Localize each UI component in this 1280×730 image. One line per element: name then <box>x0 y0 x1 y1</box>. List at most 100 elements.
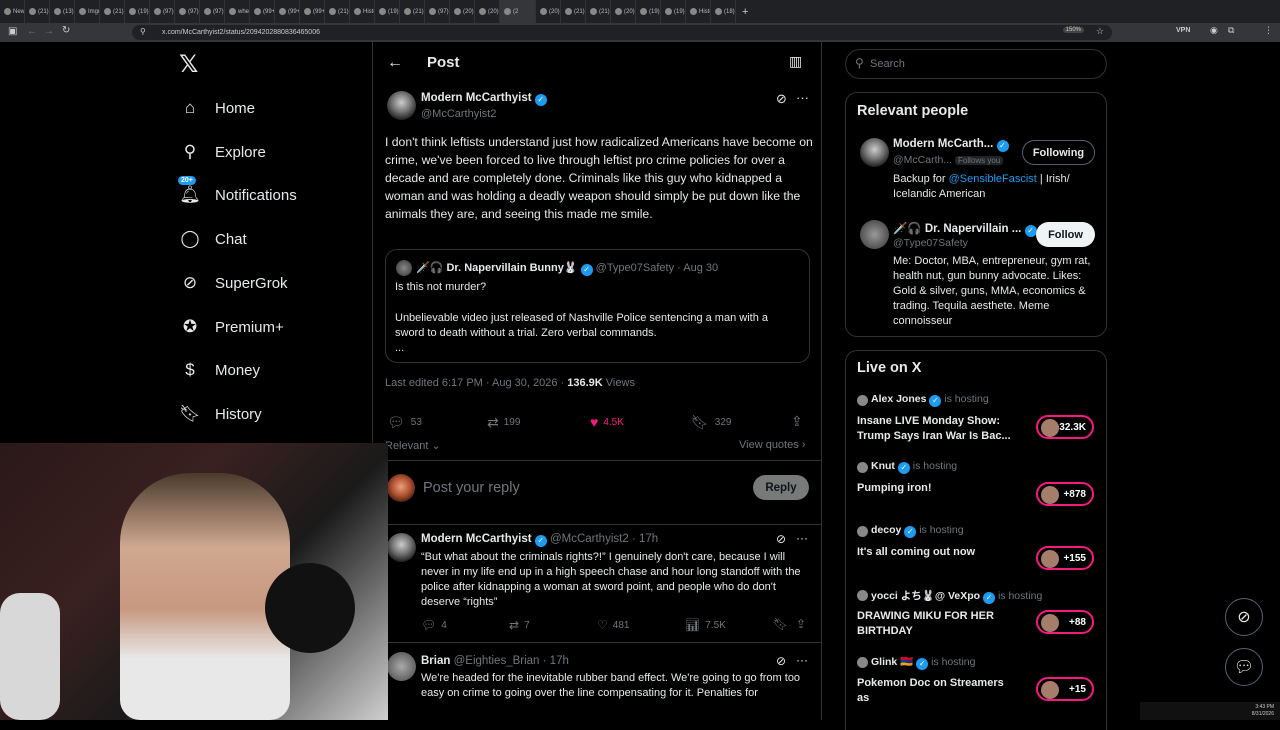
following-button[interactable]: Following <box>1022 140 1095 165</box>
view-quotes-link[interactable]: View quotes › <box>739 439 805 451</box>
browser-tab[interactable]: (19) H <box>125 0 150 23</box>
search-box[interactable]: ⚲ Search <box>845 49 1107 79</box>
sidebar-item-home[interactable]: ⌂ Home <box>176 93 255 123</box>
sidebar-item-chat[interactable]: ◯ Chat <box>176 224 246 254</box>
sidebar-item-history[interactable]: 🔖︎ History <box>176 399 261 429</box>
host-name[interactable]: yocci よち🐰@ VeXpo <box>871 590 980 602</box>
quoted-post[interactable]: 🗡️🎧 Dr. Napervillain Bunny🐰 ✓ @Type07Saf… <box>385 249 810 363</box>
host-name[interactable]: Glink 🇦🇲 <box>871 656 913 668</box>
edited-timestamp[interactable]: Last edited 6:17 PM · Aug 30, 2026 · <box>385 377 564 389</box>
forward-arrow-icon[interactable]: → <box>44 26 54 37</box>
browser-tab[interactable]: (19) H <box>636 0 661 23</box>
heart-icon[interactable]: ♡ <box>597 618 608 632</box>
browser-tab[interactable]: (21) L <box>100 0 125 23</box>
reload-icon[interactable]: ↻ <box>62 25 70 36</box>
browser-tab[interactable]: Histo <box>686 0 711 23</box>
live-listeners-pill[interactable]: +88 <box>1036 610 1094 634</box>
vpn-badge[interactable]: VPN <box>1176 27 1190 34</box>
live-host-row[interactable]: yocci よち🐰@ VeXpo ✓ is hosting <box>871 588 1042 604</box>
more-options-icon[interactable]: ··· <box>796 531 808 545</box>
browser-tab[interactable]: (21) H <box>400 0 425 23</box>
live-title[interactable]: Insane LIVE Monday Show: Trump Says Iran… <box>857 414 1017 444</box>
reply-icon[interactable]: 💬︎ <box>421 618 436 632</box>
menu-icon[interactable]: ⋮ <box>1264 25 1273 36</box>
quote-author-handle[interactable]: @Type07Safety <box>596 262 674 274</box>
like-action[interactable]: ♡ 481 <box>597 618 629 632</box>
new-tab-icon[interactable]: + <box>742 6 748 18</box>
chat-bubble-icon[interactable]: 💬︎ <box>1225 648 1263 686</box>
star-icon[interactable]: ☆ <box>1096 26 1104 37</box>
live-title[interactable]: Pokemon Doc on Streamers as <box>857 676 1017 706</box>
browser-tab[interactable]: (13) w <box>50 0 75 23</box>
bookmark-action[interactable]: 🔖︎ 329 <box>691 414 731 431</box>
reply-time[interactable]: · 17h <box>543 655 569 667</box>
browser-tab[interactable]: (20) H <box>475 0 500 23</box>
share-icon[interactable]: ⇪ <box>791 413 803 430</box>
quote-author-name[interactable]: Dr. Napervillain Bunny🐰 <box>446 262 577 274</box>
live-host-row[interactable]: decoy ✓ is hosting <box>871 524 964 538</box>
browser-tab[interactable]: (21) T <box>561 0 586 23</box>
browser-tab[interactable]: (99+) <box>300 0 325 23</box>
grok-icon[interactable]: ⊘ <box>776 532 786 546</box>
person-name[interactable]: Modern McCarth... <box>893 138 993 150</box>
browser-tab[interactable]: Histo <box>350 0 375 23</box>
browser-tab[interactable]: (18) L <box>711 0 736 23</box>
heart-icon[interactable]: ♥ <box>590 414 598 430</box>
reply-author-handle[interactable]: @Eighties_Brian <box>454 655 540 667</box>
address-bar[interactable]: ⚲ x.com/McCarthyist2/status/209420288083… <box>132 25 1112 40</box>
browser-tab[interactable]: (20) D <box>450 0 475 23</box>
host-name[interactable]: Alex Jones <box>871 393 926 405</box>
back-arrow-icon[interactable]: ← <box>27 26 37 37</box>
host-name[interactable]: decoy <box>871 524 901 536</box>
grok-icon[interactable]: ⊘ <box>1225 598 1263 636</box>
author-handle[interactable]: @McCarthyist2 <box>421 108 496 120</box>
like-action[interactable]: ♥ 4.5K <box>590 414 624 430</box>
browser-tab[interactable]: (99+) <box>250 0 275 23</box>
follow-button[interactable]: Follow <box>1036 222 1095 247</box>
reader-view-icon[interactable]: ▥ <box>789 53 802 70</box>
reply-action[interactable]: 💬︎ 53 <box>387 414 422 431</box>
browser-tab[interactable]: (20) <box>536 0 561 23</box>
browser-tab[interactable]: Imgur <box>75 0 100 23</box>
browser-tab[interactable]: (21) a <box>325 0 350 23</box>
person-avatar[interactable] <box>860 220 889 249</box>
reply-post[interactable]: Brian @Eighties_Brian · 17h ⊘ ··· We're … <box>373 643 822 720</box>
views-action[interactable]: 📊︎ 7.5K <box>685 618 726 632</box>
site-info-icon[interactable]: ⚲ <box>140 27 146 36</box>
browser-tab[interactable]: (97) R <box>200 0 225 23</box>
quote-author-avatar[interactable] <box>396 260 412 276</box>
person-handle[interactable]: @Type07Safety <box>893 237 968 249</box>
sidebar-item-supergrok[interactable]: ⊘ SuperGrok <box>176 268 288 298</box>
browser-tab[interactable]: (97) Y <box>425 0 450 23</box>
bookmark-icon[interactable]: 🔖︎ <box>773 617 788 631</box>
views-icon[interactable]: 📊︎ <box>685 618 700 632</box>
live-listeners-pill[interactable]: +878 <box>1036 482 1094 506</box>
browser-tab[interactable]: when <box>225 0 250 23</box>
back-arrow-icon[interactable]: ← <box>387 54 403 72</box>
live-host-row[interactable]: Knut ✓ is hosting <box>871 460 957 474</box>
author-name[interactable]: Modern McCarthyist <box>421 92 532 104</box>
extensions-icon[interactable]: ⧉ <box>1228 25 1234 36</box>
reply-author-avatar[interactable] <box>387 533 416 562</box>
reply-author-name[interactable]: Brian <box>421 655 450 667</box>
browser-tab[interactable]: (20) H <box>611 0 636 23</box>
host-name[interactable]: Knut <box>871 460 895 472</box>
person-avatar[interactable] <box>860 138 889 167</box>
reply-button[interactable]: Reply <box>753 475 809 500</box>
author-avatar[interactable] <box>387 91 416 120</box>
grok-icon[interactable]: ⊘ <box>776 654 786 668</box>
host-avatar[interactable] <box>857 462 868 473</box>
live-title[interactable]: DRAWING MIKU FOR HER BIRTHDAY <box>857 609 1017 639</box>
sort-label[interactable]: Relevant <box>385 440 428 452</box>
sort-dropdown[interactable]: Relevant ⌄ <box>385 439 441 452</box>
reply-post[interactable]: Modern McCarthyist ✓ @McCarthyist2 · 17h… <box>373 525 822 642</box>
browser-tab[interactable]: (19) H <box>375 0 400 23</box>
browser-tab[interactable]: (97) b <box>150 0 175 23</box>
reply-icon[interactable]: 💬︎ <box>387 414 405 431</box>
author-name-row[interactable]: Modern McCarthyist ✓ <box>421 92 547 106</box>
repost-action[interactable]: ⇄ 7 <box>509 618 530 632</box>
live-host-row[interactable]: Alex Jones ✓ is hosting <box>871 393 989 407</box>
bookmark-icon[interactable]: 🔖︎ <box>691 414 709 431</box>
sidebar-toggle-icon[interactable]: ▣ <box>8 26 17 37</box>
bio-mention-link[interactable]: @SensibleFascist <box>949 173 1037 185</box>
